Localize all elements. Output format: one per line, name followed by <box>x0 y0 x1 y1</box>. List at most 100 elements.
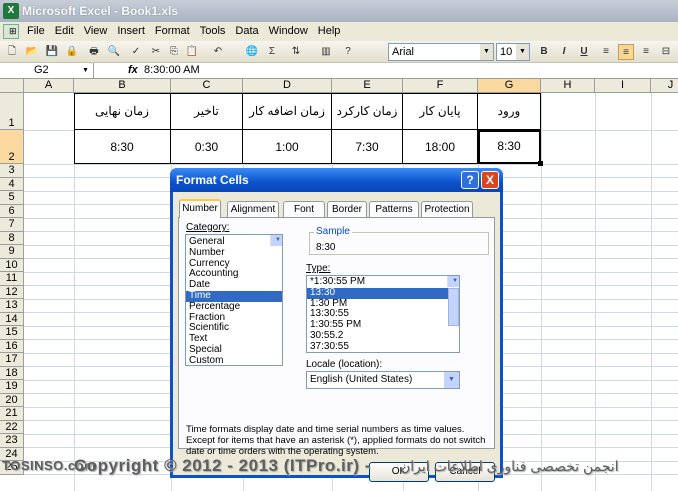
sort-ascending-icon[interactable]: ⇅ <box>288 44 304 60</box>
formula-input[interactable]: 8:30:00 AM <box>144 63 200 78</box>
menu-edit[interactable]: Edit <box>50 22 79 41</box>
bold-button[interactable]: B <box>536 44 552 60</box>
column-header-d[interactable]: D <box>243 79 332 93</box>
spelling-icon[interactable]: ✓ <box>128 44 144 60</box>
row-header-2[interactable]: 2 <box>0 130 24 164</box>
scroll-thumb[interactable] <box>448 288 459 326</box>
menu-view[interactable]: View <box>79 22 113 41</box>
column-header-f[interactable]: F <box>403 79 478 93</box>
row-header-22[interactable]: 22 <box>0 420 24 434</box>
row-header-8[interactable]: 8 <box>0 231 24 245</box>
fill-handle[interactable] <box>538 161 543 166</box>
tab-patterns[interactable]: Patterns <box>369 201 419 217</box>
row-header-7[interactable]: 7 <box>0 218 24 232</box>
open-icon[interactable]: 📂 <box>24 44 40 60</box>
cell-g1[interactable]: ورود <box>478 93 541 130</box>
row-header-18[interactable]: 18 <box>0 366 24 380</box>
copy-icon[interactable]: ⎘ <box>166 44 182 60</box>
column-header-a[interactable]: A <box>24 79 74 93</box>
cell-c1[interactable]: تاخیر <box>171 93 243 130</box>
chevron-down-icon[interactable]: ▼ <box>516 44 529 60</box>
cut-icon[interactable]: ✂ <box>148 44 164 60</box>
row-header-9[interactable]: 9 <box>0 245 24 259</box>
menu-help[interactable]: Help <box>313 22 346 41</box>
tab-font[interactable]: Font <box>283 201 325 217</box>
row-header-3[interactable]: 3 <box>0 164 24 178</box>
column-header-b[interactable]: B <box>74 79 171 93</box>
print-icon[interactable]: 🖶 <box>86 44 102 60</box>
tab-number[interactable]: Number <box>179 199 221 218</box>
align-left-icon[interactable]: ≡ <box>598 44 614 60</box>
column-header-g[interactable]: G <box>478 79 541 93</box>
cell-c2[interactable]: 0:30 <box>171 130 243 164</box>
tab-protection[interactable]: Protection <box>421 201 473 217</box>
font-name-select[interactable]: Arial ▼ <box>388 43 494 61</box>
menu-tools[interactable]: Tools <box>195 22 231 41</box>
cell-d2[interactable]: 1:00 <box>243 130 332 164</box>
select-all-corner[interactable] <box>0 79 24 93</box>
merge-center-icon[interactable]: ⊟ <box>658 44 674 60</box>
chevron-down-icon[interactable]: ▼ <box>82 63 89 78</box>
save-icon[interactable]: 💾 <box>44 44 60 60</box>
row-header-10[interactable]: 10 <box>0 258 24 272</box>
row-header-4[interactable]: 4 <box>0 177 24 191</box>
tab-border[interactable]: Border <box>327 201 367 217</box>
cell-b1[interactable]: زمان نهایی <box>74 93 171 130</box>
cell-d1[interactable]: زمان اضافه کار <box>243 93 332 130</box>
list-item-selected[interactable]: 13:30 <box>307 287 459 299</box>
row-header-12[interactable]: 12 <box>0 285 24 299</box>
column-header-h[interactable]: H <box>541 79 595 93</box>
column-header-i[interactable]: I <box>595 79 651 93</box>
row-header-14[interactable]: 14 <box>0 312 24 326</box>
cell-e2[interactable]: 7:30 <box>332 130 403 164</box>
cell-e1[interactable]: زمان کارکرد <box>332 93 403 130</box>
row-header-11[interactable]: 11 <box>0 272 24 286</box>
list-item[interactable]: 37:30:55 <box>307 341 459 352</box>
menu-data[interactable]: Data <box>230 22 263 41</box>
row-header-1[interactable]: 1 <box>0 93 24 130</box>
locale-select[interactable]: English (United States) ▼ <box>306 371 460 389</box>
menu-format[interactable]: Format <box>150 22 195 41</box>
print-preview-icon[interactable]: 🔍 <box>106 44 122 60</box>
column-header-e[interactable]: E <box>332 79 403 93</box>
type-scrollbar[interactable]: ▲ ▼ <box>447 276 459 326</box>
row-header-23[interactable]: 23 <box>0 434 24 448</box>
chevron-down-icon[interactable]: ▼ <box>444 372 459 388</box>
scroll-down-icon[interactable]: ▼ <box>448 276 459 287</box>
new-icon[interactable]: 🗋 <box>4 44 20 60</box>
menu-file[interactable]: File <box>22 22 50 41</box>
list-item[interactable]: Percentage <box>186 301 282 313</box>
menu-insert[interactable]: Insert <box>112 22 150 41</box>
document-icon[interactable]: ⊞ <box>3 24 19 39</box>
category-scrollbar[interactable]: ▲ ▼ <box>270 235 282 246</box>
underline-button[interactable]: U <box>576 44 592 60</box>
cell-f2[interactable]: 18:00 <box>403 130 478 164</box>
align-center-icon[interactable]: ≡ <box>618 44 634 60</box>
undo-icon[interactable]: ↶ <box>210 44 226 60</box>
autosum-icon[interactable]: Σ <box>264 44 280 60</box>
paste-icon[interactable]: 📋 <box>184 44 200 60</box>
scroll-down-icon[interactable]: ▼ <box>271 235 282 246</box>
column-header-c[interactable]: C <box>171 79 243 93</box>
cell-g2-active[interactable]: 8:30 <box>478 130 541 164</box>
row-header-19[interactable]: 19 <box>0 380 24 394</box>
fx-icon[interactable]: fx <box>128 63 138 78</box>
list-item[interactable]: Custom <box>186 355 282 365</box>
name-box[interactable]: G2 ▼ <box>0 63 94 79</box>
row-header-13[interactable]: 13 <box>0 299 24 313</box>
row-header-16[interactable]: 16 <box>0 339 24 353</box>
row-header-15[interactable]: 15 <box>0 326 24 340</box>
category-list[interactable]: General Number Currency Accounting Date … <box>185 234 283 366</box>
permission-icon[interactable]: 🔒 <box>64 44 80 60</box>
column-header-j[interactable]: J <box>651 79 678 93</box>
font-size-select[interactable]: 10 ▼ <box>496 43 530 61</box>
tab-alignment[interactable]: Alignment <box>227 201 279 217</box>
row-header-21[interactable]: 21 <box>0 407 24 421</box>
row-header-5[interactable]: 5 <box>0 191 24 205</box>
list-item[interactable]: Number <box>186 247 282 259</box>
row-header-20[interactable]: 20 <box>0 393 24 407</box>
chart-wizard-icon[interactable]: ▥ <box>318 44 334 60</box>
help-button[interactable]: ? <box>461 171 479 189</box>
menu-window[interactable]: Window <box>264 22 313 41</box>
help-icon[interactable]: ? <box>340 44 356 60</box>
